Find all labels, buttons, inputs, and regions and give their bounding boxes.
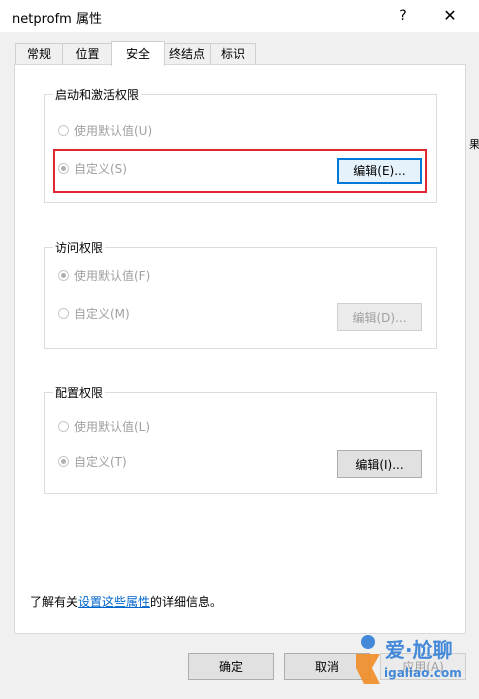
tab-security[interactable]: 安全	[111, 41, 165, 66]
config-default-radio[interactable]: 使用默认值(L)	[58, 418, 150, 435]
tab-endpoints[interactable]: 终结点	[163, 43, 211, 64]
radio-circle[interactable]	[58, 125, 69, 136]
access-custom-radio[interactable]: 自定义(M)	[58, 305, 130, 322]
tab-general[interactable]: 常规	[15, 43, 63, 64]
radio-circle[interactable]	[58, 421, 69, 432]
launch-default-label: 使用默认值(U)	[74, 124, 153, 138]
ok-button[interactable]: 确定	[188, 653, 274, 680]
config-custom-radio[interactable]: 自定义(T)	[58, 453, 127, 470]
launch-edit-button[interactable]: 编辑(E)...	[337, 158, 422, 184]
config-custom-label: 自定义(T)	[74, 455, 127, 469]
config-edit-button[interactable]: 编辑(I)...	[337, 450, 422, 478]
launch-custom-label: 自定义(S)	[74, 162, 127, 176]
info-link[interactable]: 设置这些属性	[78, 595, 150, 609]
watermark-domain: igaliao.com	[384, 666, 462, 680]
access-edit-button[interactable]: 编辑(D)...	[337, 303, 422, 331]
help-button[interactable]: ?	[388, 2, 418, 30]
access-permissions-label: 访问权限	[53, 239, 106, 256]
tab-identity[interactable]: 标识	[210, 43, 256, 64]
access-custom-label: 自定义(M)	[74, 307, 130, 321]
info-suffix: 的详细信息。	[150, 595, 223, 609]
window-title: netprofm 属性	[12, 12, 102, 27]
access-default-label: 使用默认值(F)	[74, 269, 151, 283]
access-permissions-group: 访问权限	[44, 239, 437, 349]
close-button[interactable]: ✕	[430, 2, 470, 30]
radio-circle[interactable]	[58, 270, 69, 281]
watermark: 爱·尬聊 igaliao.com	[348, 628, 479, 699]
config-permissions-label: 配置权限	[53, 384, 106, 401]
radio-circle[interactable]	[58, 163, 69, 174]
watermark-logo-icon	[356, 635, 380, 684]
watermark-brand: 爱·尬聊	[385, 638, 453, 662]
tab-location[interactable]: 位置	[62, 43, 113, 64]
access-default-radio[interactable]: 使用默认值(F)	[58, 267, 150, 284]
launch-default-radio[interactable]: 使用默认值(U)	[58, 122, 152, 139]
background-window-fragment: 果	[469, 138, 479, 151]
radio-circle[interactable]	[58, 456, 69, 467]
title-bar: netprofm 属性 ? ✕	[0, 0, 479, 32]
radio-circle[interactable]	[58, 308, 69, 319]
config-default-label: 使用默认值(L)	[74, 420, 151, 434]
info-text: 了解有关设置这些属性的详细信息。	[30, 593, 222, 610]
launch-permissions-label: 启动和激活权限	[53, 86, 142, 103]
info-prefix: 了解有关	[30, 595, 79, 609]
launch-permissions-group: 启动和激活权限	[44, 86, 437, 203]
launch-custom-radio[interactable]: 自定义(S)	[58, 160, 127, 177]
